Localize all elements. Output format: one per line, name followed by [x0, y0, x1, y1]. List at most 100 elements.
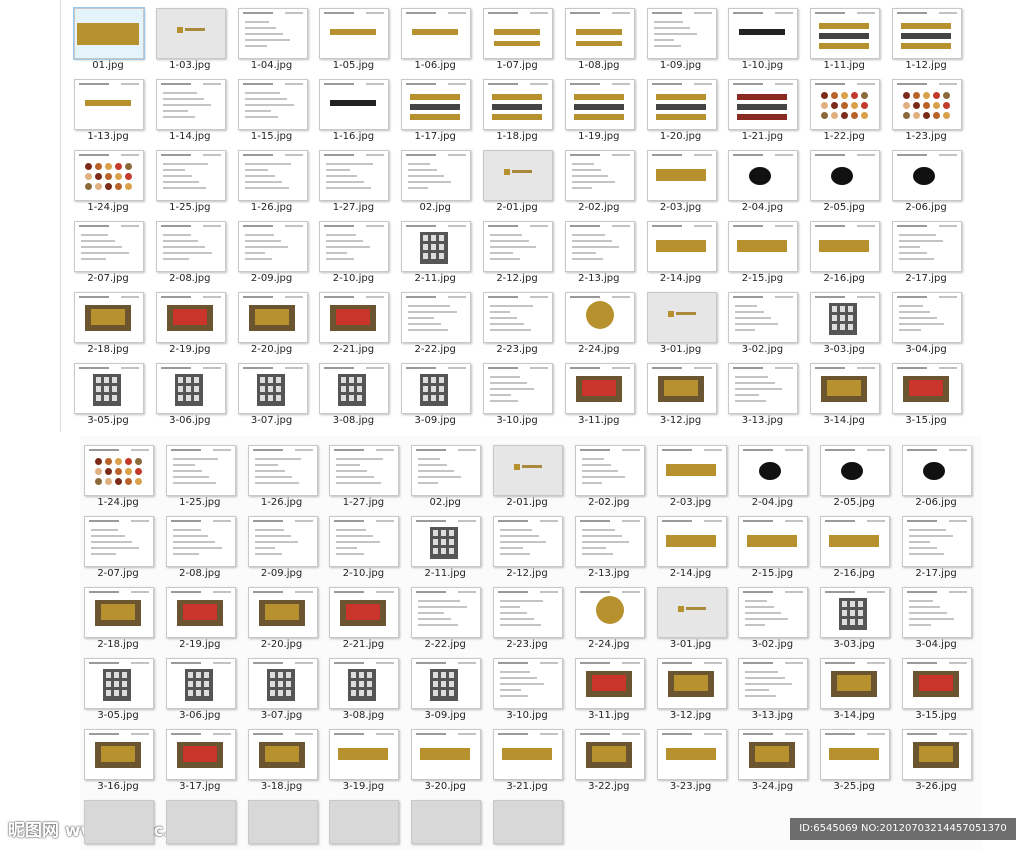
file-thumbnail-tile[interactable]: 1-17.jpg	[397, 77, 479, 147]
file-thumbnail-tile[interactable]: 1-11.jpg	[806, 6, 888, 76]
file-thumbnail-tile[interactable]: 3-02.jpg	[734, 585, 816, 655]
file-thumbnail-tile[interactable]: 2-19.jpg	[152, 290, 234, 360]
file-thumbnail-tile[interactable]: 2-11.jpg	[397, 219, 479, 289]
file-thumbnail-tile[interactable]: 2-15.jpg	[734, 514, 816, 584]
file-thumbnail-tile[interactable]: 02.jpg	[397, 148, 479, 218]
file-thumbnail-tile[interactable]: 2-23.jpg	[489, 585, 571, 655]
file-thumbnail-tile[interactable]: 3-06.jpg	[162, 656, 244, 726]
file-thumbnail-tile[interactable]: 2-17.jpg	[888, 219, 970, 289]
file-thumbnail-tile[interactable]: 3-11.jpg	[571, 656, 653, 726]
file-thumbnail-tile[interactable]: 2-16.jpg	[816, 514, 898, 584]
file-thumbnail-tile[interactable]: 2-20.jpg	[234, 290, 316, 360]
file-thumbnail-tile[interactable]: 02.jpg	[407, 443, 489, 513]
file-thumbnail-tile[interactable]: 1-08.jpg	[561, 6, 643, 76]
file-thumbnail-tile[interactable]: 3-10.jpg	[489, 656, 571, 726]
file-thumbnail-tile[interactable]: 1-13.jpg	[70, 77, 152, 147]
file-thumbnail-tile[interactable]: 3-26.jpg	[898, 727, 980, 797]
file-thumbnail-tile[interactable]: 2-09.jpg	[244, 514, 326, 584]
file-thumbnail-tile[interactable]: 3-05.jpg	[80, 656, 162, 726]
file-thumbnail-tile[interactable]: 3-14.jpg	[806, 361, 888, 431]
file-thumbnail-tile[interactable]: 2-15.jpg	[724, 219, 806, 289]
file-thumbnail-tile[interactable]: 3-10.jpg	[479, 361, 561, 431]
file-thumbnail-tile[interactable]: 3-13.jpg	[724, 361, 806, 431]
file-thumbnail-tile[interactable]: 1-18.jpg	[479, 77, 561, 147]
file-thumbnail-tile[interactable]: 1-26.jpg	[234, 148, 316, 218]
file-thumbnail-tile[interactable]: 2-05.jpg	[816, 443, 898, 513]
file-thumbnail-tile[interactable]: 2-14.jpg	[653, 514, 735, 584]
file-thumbnail-tile[interactable]: 2-23.jpg	[479, 290, 561, 360]
file-thumbnail-tile[interactable]: 2-07.jpg	[80, 514, 162, 584]
file-thumbnail-tile[interactable]: 3-21.jpg	[489, 727, 571, 797]
file-thumbnail-tile[interactable]: 3-07.jpg	[234, 361, 316, 431]
file-thumbnail-tile[interactable]: 1-21.jpg	[724, 77, 806, 147]
file-thumbnail-tile[interactable]: 3-22.jpg	[571, 727, 653, 797]
file-thumbnail-tile[interactable]: 3-23.jpg	[653, 727, 735, 797]
file-thumbnail-tile[interactable]: 3-17.jpg	[162, 727, 244, 797]
file-thumbnail-tile[interactable]: 3-18.jpg	[244, 727, 326, 797]
file-thumbnail-tile[interactable]: 2-10.jpg	[325, 514, 407, 584]
file-thumbnail-tile[interactable]: 1-24.jpg	[70, 148, 152, 218]
file-thumbnail-tile[interactable]: 2-11.jpg	[407, 514, 489, 584]
file-thumbnail-tile[interactable]: 3-13.jpg	[734, 656, 816, 726]
file-thumbnail-tile[interactable]: 2-14.jpg	[643, 219, 725, 289]
file-thumbnail-tile[interactable]: 3-24.jpg	[734, 727, 816, 797]
file-thumbnail-tile[interactable]: 2-09.jpg	[234, 219, 316, 289]
file-thumbnail-tile[interactable]: 1-05.jpg	[315, 6, 397, 76]
file-thumbnail-tile[interactable]: 2-12.jpg	[479, 219, 561, 289]
file-thumbnail-tile[interactable]: 3-15.jpg	[898, 656, 980, 726]
file-thumbnail-tile[interactable]: 1-12.jpg	[888, 6, 970, 76]
file-thumbnail-tile[interactable]: 2-05.jpg	[806, 148, 888, 218]
file-thumbnail-tile[interactable]: 3-09.jpg	[397, 361, 479, 431]
file-thumbnail-tile[interactable]	[489, 798, 571, 868]
file-thumbnail-tile[interactable]: 1-06.jpg	[397, 6, 479, 76]
file-thumbnail-tile[interactable]: 2-02.jpg	[571, 443, 653, 513]
file-thumbnail-tile[interactable]: 1-14.jpg	[152, 77, 234, 147]
file-thumbnail-tile[interactable]: 1-26.jpg	[244, 443, 326, 513]
file-thumbnail-tile[interactable]: 3-19.jpg	[325, 727, 407, 797]
file-thumbnail-tile[interactable]: 3-07.jpg	[244, 656, 326, 726]
file-thumbnail-tile[interactable]: 1-16.jpg	[315, 77, 397, 147]
file-thumbnail-tile[interactable]: 2-06.jpg	[898, 443, 980, 513]
file-thumbnail-tile[interactable]: 2-10.jpg	[315, 219, 397, 289]
file-thumbnail-tile[interactable]: 2-13.jpg	[561, 219, 643, 289]
file-thumbnail-tile[interactable]: 2-18.jpg	[80, 585, 162, 655]
file-thumbnail-tile[interactable]: 2-24.jpg	[561, 290, 643, 360]
file-thumbnail-tile[interactable]: 1-24.jpg	[80, 443, 162, 513]
file-thumbnail-tile[interactable]	[162, 798, 244, 868]
file-thumbnail-tile[interactable]: 3-05.jpg	[70, 361, 152, 431]
file-thumbnail-tile[interactable]: 3-03.jpg	[806, 290, 888, 360]
file-thumbnail-tile[interactable]: 2-21.jpg	[325, 585, 407, 655]
file-thumbnail-tile[interactable]: 2-19.jpg	[162, 585, 244, 655]
file-thumbnail-tile[interactable]: 2-18.jpg	[70, 290, 152, 360]
file-thumbnail-tile[interactable]: 3-15.jpg	[888, 361, 970, 431]
file-thumbnail-tile[interactable]: 3-02.jpg	[724, 290, 806, 360]
file-thumbnail-tile[interactable]: 3-04.jpg	[888, 290, 970, 360]
file-thumbnail-tile[interactable]: 2-03.jpg	[653, 443, 735, 513]
file-thumbnail-tile[interactable]: 3-06.jpg	[152, 361, 234, 431]
file-thumbnail-tile[interactable]: 2-06.jpg	[888, 148, 970, 218]
file-thumbnail-tile[interactable]: 2-20.jpg	[244, 585, 326, 655]
file-thumbnail-tile[interactable]: 2-24.jpg	[571, 585, 653, 655]
file-thumbnail-tile[interactable]	[407, 798, 489, 868]
file-thumbnail-tile[interactable]: 2-22.jpg	[407, 585, 489, 655]
file-thumbnail-tile[interactable]: 2-08.jpg	[152, 219, 234, 289]
file-thumbnail-tile[interactable]: 1-07.jpg	[479, 6, 561, 76]
file-thumbnail-tile[interactable]: 3-14.jpg	[816, 656, 898, 726]
file-thumbnail-tile[interactable]	[80, 798, 162, 868]
file-thumbnail-tile[interactable]: 1-10.jpg	[724, 6, 806, 76]
file-thumbnail-tile[interactable]: 2-22.jpg	[397, 290, 479, 360]
file-thumbnail-tile[interactable]: 3-12.jpg	[643, 361, 725, 431]
file-thumbnail-tile[interactable]: 2-01.jpg	[489, 443, 571, 513]
file-thumbnail-tile[interactable]	[325, 798, 407, 868]
file-thumbnail-tile[interactable]: 3-01.jpg	[643, 290, 725, 360]
file-thumbnail-tile[interactable]: 3-16.jpg	[80, 727, 162, 797]
file-thumbnail-tile[interactable]: 3-09.jpg	[407, 656, 489, 726]
file-thumbnail-tile[interactable]: 2-04.jpg	[724, 148, 806, 218]
file-thumbnail-tile[interactable]: 1-19.jpg	[561, 77, 643, 147]
file-thumbnail-tile[interactable]: 3-08.jpg	[315, 361, 397, 431]
file-thumbnail-tile[interactable]: 2-01.jpg	[479, 148, 561, 218]
file-thumbnail-tile[interactable]: 2-08.jpg	[162, 514, 244, 584]
file-thumbnail-tile[interactable]: 3-01.jpg	[653, 585, 735, 655]
file-thumbnail-tile[interactable]: 2-04.jpg	[734, 443, 816, 513]
file-thumbnail-tile[interactable]: 3-03.jpg	[816, 585, 898, 655]
